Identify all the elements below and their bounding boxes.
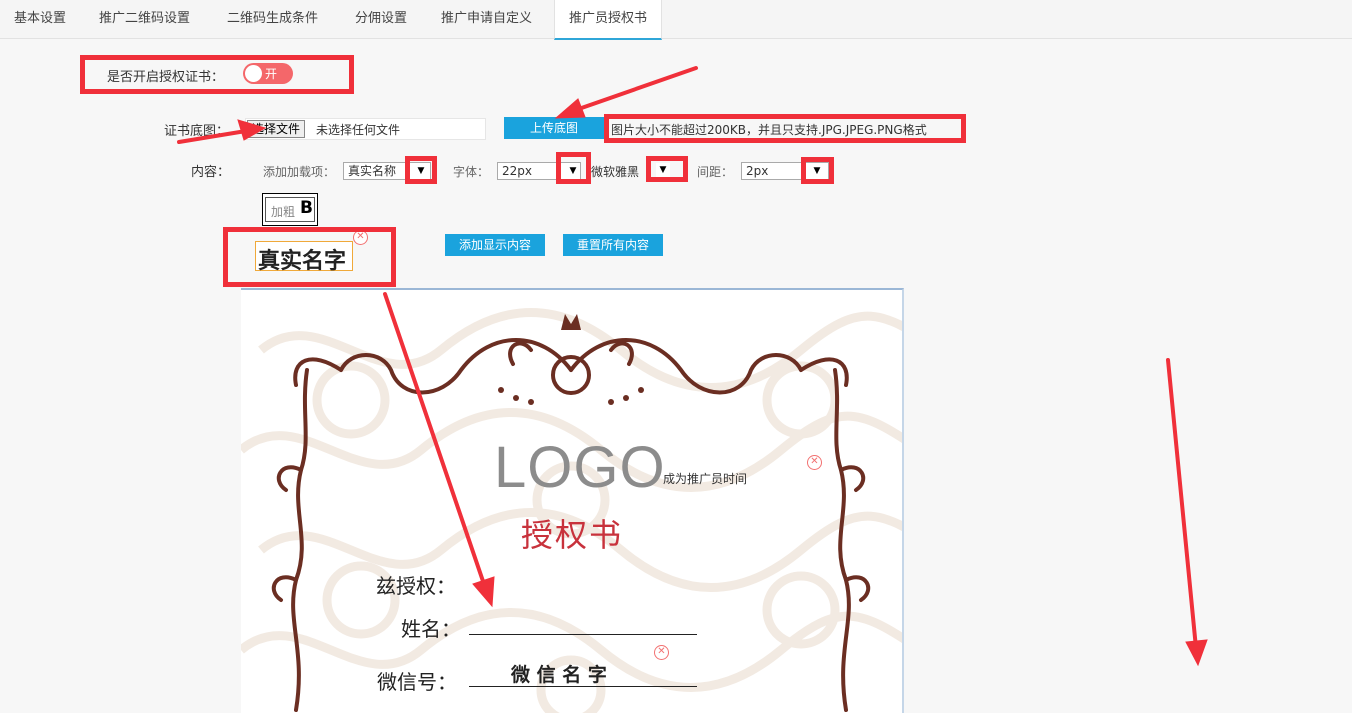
certificate-name-line <box>469 634 697 635</box>
tab-qrcode-conditions[interactable]: 二维码生成条件 <box>213 0 332 39</box>
certificate-grant: 兹授权： <box>376 574 456 598</box>
certificate-time-field: 成为推广员时间 <box>663 472 748 486</box>
annotation-box-size-dropdown <box>556 152 591 184</box>
remove-time-field-icon[interactable]: ✕ <box>807 455 822 470</box>
bold-button-frame: 加粗 B <box>262 193 318 226</box>
certificate-name-label: 姓名： <box>401 617 461 641</box>
tab-promoter-certificate[interactable]: 推广员授权书 <box>554 0 663 40</box>
annotation-box-spacing-dropdown <box>801 157 834 184</box>
upload-bg-button[interactable]: 上传底图 <box>504 117 604 139</box>
add-item-label: 添加加载项： <box>263 165 336 179</box>
annotation-box-hint <box>604 114 966 143</box>
content-label: 内容： <box>191 165 231 180</box>
tab-commission-settings[interactable]: 分佣设置 <box>341 0 421 39</box>
certificate-logo: LOGO <box>494 435 666 500</box>
remove-wechat-field-icon[interactable]: ✕ <box>654 645 669 660</box>
annotation-box-enable <box>80 55 354 94</box>
certificate-wechat-label: 微信号： <box>377 670 457 694</box>
tab-bar: 基本设置 推广二维码设置 二维码生成条件 分佣设置 推广申请自定义 推广员授权书 <box>0 0 1352 40</box>
annotation-box-family-dropdown <box>646 156 688 182</box>
spacing-label: 间距： <box>697 165 734 179</box>
choose-file-button[interactable]: 选择文件 <box>247 120 306 138</box>
annotation-box-preview <box>223 227 396 287</box>
tab-basic-settings[interactable]: 基本设置 <box>0 0 80 39</box>
reset-content-button[interactable]: 重置所有内容 <box>563 234 663 256</box>
certificate-title: 授权书 <box>521 516 624 554</box>
font-family-select[interactable]: 微软雅黑 <box>591 163 639 180</box>
annotation-box-item-dropdown <box>405 156 437 184</box>
certificate-wechat-line <box>469 686 697 687</box>
certificate-ornament <box>241 308 902 713</box>
font-label: 字体： <box>453 165 490 179</box>
tab-apply-custom[interactable]: 推广申请自定义 <box>427 0 546 39</box>
no-file-text: 未选择任何文件 <box>316 123 401 137</box>
bold-icon: B <box>300 198 313 218</box>
file-input[interactable]: 选择文件 未选择任何文件 <box>245 118 486 140</box>
bold-label: 加粗 <box>271 205 296 219</box>
cert-bg-label: 证书底图： <box>164 124 230 139</box>
add-content-button[interactable]: 添加显示内容 <box>445 234 545 256</box>
certificate-preview: LOGO 成为推广员时间 ✕ 授权书 兹授权： 姓名： 微信号： 微 信 名 字… <box>241 288 904 713</box>
tab-qrcode-settings[interactable]: 推广二维码设置 <box>85 0 204 39</box>
bold-button[interactable]: 加粗 B <box>265 197 315 222</box>
certificate-wechat-value: 微 信 名 字 <box>511 664 607 686</box>
